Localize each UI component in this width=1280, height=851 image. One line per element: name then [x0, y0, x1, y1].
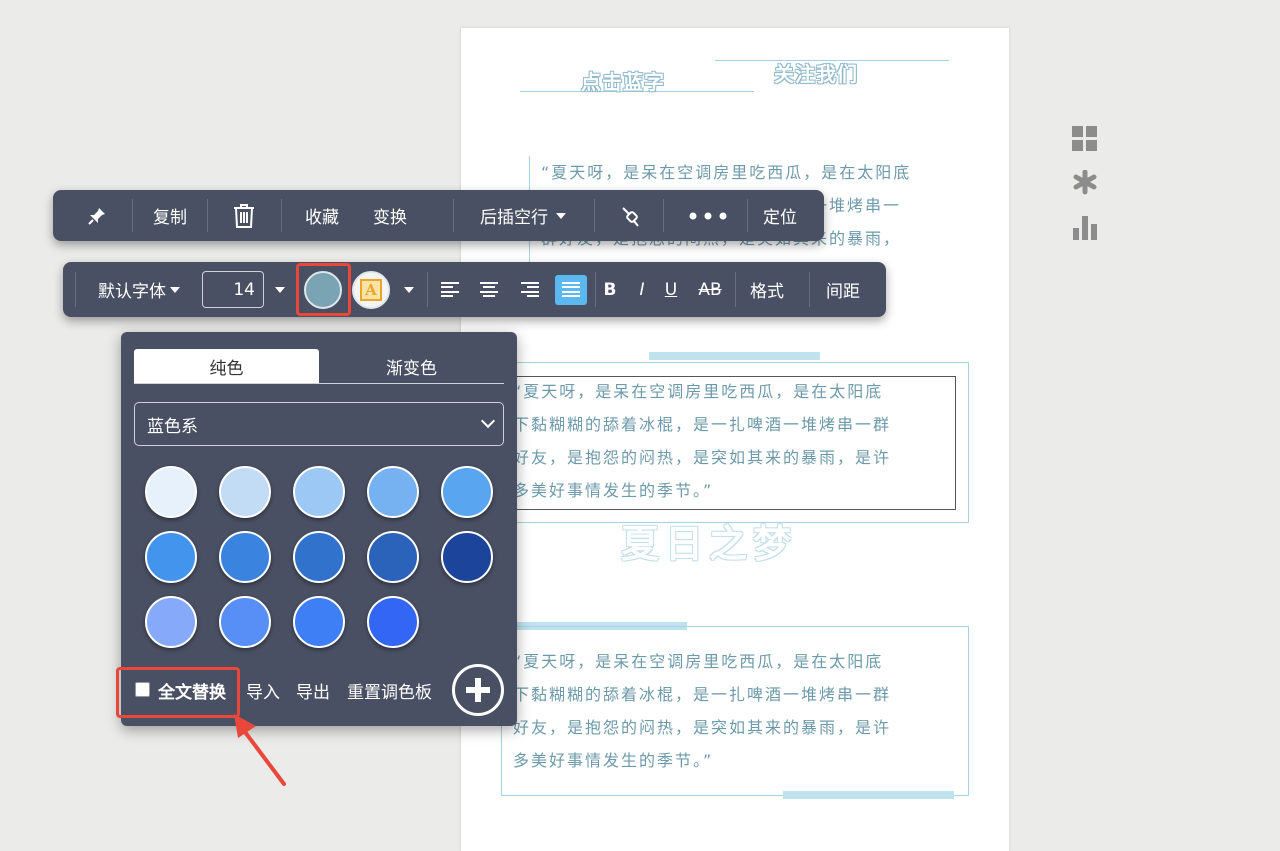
chevron-down-icon — [480, 413, 496, 429]
font-size-input[interactable] — [202, 271, 264, 308]
format-toolbar: 默认字体 A B I U AB 格式 间距 — [63, 262, 886, 317]
paragraph-line: 多美好事情发生的季节。” — [513, 751, 714, 770]
copy-button[interactable]: 复制 — [141, 190, 199, 241]
chevron-down-icon — [275, 286, 285, 293]
spacing-button[interactable]: 间距 — [819, 262, 867, 317]
color-picker-panel: 纯色 渐变色 蓝色系 全文替换 导入 导出 重置调色板 — [116, 332, 517, 726]
background-color-dropdown[interactable] — [398, 262, 420, 317]
separator — [735, 272, 736, 307]
color-swatch[interactable] — [219, 531, 271, 583]
letter-a-icon: A — [360, 279, 382, 301]
more-dots-icon[interactable] — [678, 190, 738, 241]
tab-gradient[interactable]: 渐变色 — [319, 349, 504, 384]
color-swatch[interactable] — [293, 596, 345, 648]
color-swatch[interactable] — [145, 466, 197, 518]
paragraph-line: 下黏糊糊的舔着冰棍，是一扎啤酒一堆烤串一群 — [513, 685, 892, 704]
favorite-button[interactable]: 收藏 — [293, 190, 351, 241]
font-size-dropdown[interactable] — [269, 262, 291, 317]
header-right-text: 关注我们 — [774, 62, 858, 86]
paragraph-line: 好友，是抱怨的闷热，是突如其来的暴雨，是许 — [513, 448, 892, 467]
paragraph-line: “夏天呀，是呆在空调房里吃西瓜，是在太阳底 — [541, 163, 912, 182]
text-color-swatch[interactable] — [304, 271, 342, 309]
align-center-icon[interactable] — [476, 262, 502, 317]
pin-icon[interactable] — [75, 190, 119, 241]
locate-button[interactable]: 定位 — [755, 190, 805, 241]
color-swatch[interactable] — [441, 466, 493, 518]
asterisk-icon[interactable] — [1072, 169, 1100, 198]
palette-select[interactable]: 蓝色系 — [134, 402, 504, 446]
chevron-down-icon — [556, 212, 566, 219]
font-dropdown[interactable]: 默认字体 — [83, 262, 195, 317]
color-swatch[interactable] — [367, 531, 419, 583]
import-button[interactable]: 导入 — [246, 678, 280, 703]
separator — [453, 199, 454, 232]
header-left-text: 点击蓝字 — [581, 70, 665, 94]
color-swatch[interactable] — [145, 531, 197, 583]
paragraph-3[interactable]: “夏天呀，是呆在空调房里吃西瓜，是在太阳底 下黏糊糊的舔着冰棍，是一扎啤酒一堆烤… — [513, 645, 963, 777]
reset-palette-button[interactable]: 重置调色板 — [347, 678, 432, 703]
paragraph-line: “夏天呀，是呆在空调房里吃西瓜，是在太阳底 — [513, 382, 884, 401]
trash-icon[interactable] — [223, 190, 265, 241]
separator — [747, 199, 748, 232]
separator — [427, 272, 428, 307]
grid-icon[interactable] — [1072, 126, 1100, 154]
decorative-bar — [649, 352, 820, 360]
paragraph-line: 好友，是抱怨的闷热，是突如其来的暴雨，是许 — [513, 718, 892, 737]
separator — [594, 199, 595, 232]
color-swatch[interactable] — [219, 466, 271, 518]
separator — [663, 199, 664, 232]
tab-solid-color[interactable]: 纯色 — [134, 349, 319, 384]
separator — [595, 272, 596, 307]
color-swatch[interactable] — [367, 466, 419, 518]
underline-button[interactable]: U — [660, 262, 682, 317]
section-title: 夏日之梦 — [621, 522, 798, 566]
document-page: 点击蓝字 关注我们 “夏天呀，是呆在空调房里吃西瓜，是在太阳底 下黏糊糊的舔着冰… — [461, 28, 1009, 851]
insert-after-label: 后插空行 — [480, 208, 548, 228]
separator — [75, 272, 76, 307]
paragraph-line: “夏天呀，是呆在空调房里吃西瓜，是在太阳底 — [513, 652, 884, 671]
decorative-bar — [783, 791, 954, 799]
export-button[interactable]: 导出 — [296, 678, 330, 703]
bar-chart-icon[interactable] — [1072, 214, 1100, 242]
transform-button[interactable]: 变换 — [361, 190, 419, 241]
paragraph-line: 下黏糊糊的舔着冰棍，是一扎啤酒一堆烤串一群 — [513, 415, 892, 434]
font-label: 默认字体 — [98, 282, 166, 302]
bold-button[interactable]: B — [599, 262, 621, 317]
color-swatch[interactable] — [441, 531, 493, 583]
strikethrough-button[interactable]: AB — [694, 262, 726, 317]
align-left-icon[interactable] — [437, 262, 463, 317]
color-swatch[interactable] — [293, 531, 345, 583]
separator — [207, 199, 208, 232]
insert-after-dropdown[interactable]: 后插空行 — [463, 190, 583, 241]
paragraph-2[interactable]: “夏天呀，是呆在空调房里吃西瓜，是在太阳底 下黏糊糊的舔着冰棍，是一扎啤酒一堆烤… — [513, 375, 963, 507]
align-right-icon[interactable] — [517, 262, 543, 317]
replace-all-label[interactable]: 全文替换 — [158, 678, 226, 703]
color-swatch[interactable] — [219, 596, 271, 648]
chevron-down-icon — [170, 286, 180, 293]
color-swatch[interactable] — [367, 596, 419, 648]
palette-select-value: 蓝色系 — [147, 416, 198, 437]
format-brush-icon[interactable] — [611, 190, 651, 241]
align-justify-icon[interactable] — [553, 262, 589, 317]
format-button[interactable]: 格式 — [743, 262, 791, 317]
replace-all-checkbox[interactable] — [135, 682, 150, 697]
annotation-arrow-icon — [234, 714, 286, 786]
add-color-icon[interactable] — [452, 664, 504, 716]
text-background-button[interactable]: A — [352, 271, 390, 309]
element-toolbar: 复制 收藏 变换 后插空行 定位 — [53, 190, 824, 241]
separator — [132, 199, 133, 232]
paragraph-line: 多美好事情发生的季节。” — [513, 481, 714, 500]
color-swatch[interactable] — [293, 466, 345, 518]
chevron-down-icon — [404, 286, 414, 293]
color-swatch[interactable] — [145, 596, 197, 648]
separator — [809, 272, 810, 307]
tab-divider — [134, 383, 504, 384]
italic-button[interactable]: I — [631, 262, 653, 317]
separator — [281, 199, 282, 232]
